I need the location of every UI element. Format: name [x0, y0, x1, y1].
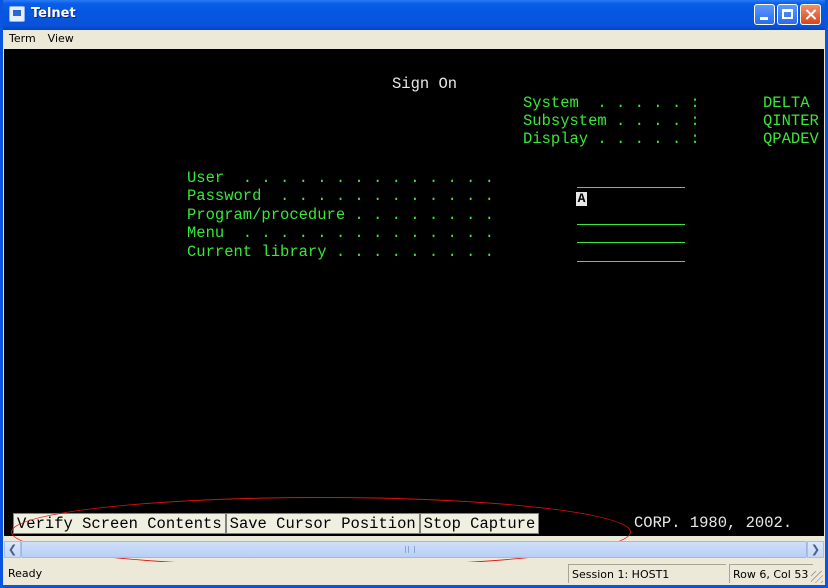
title-bar[interactable]: Telnet — [3, 0, 825, 30]
program-procedure-label: Program/procedure . . . . . . . . — [187, 206, 494, 224]
system-label: System . . . . . : — [523, 94, 700, 112]
resize-grip-icon[interactable] — [811, 571, 823, 583]
scroll-thumb[interactable] — [21, 541, 807, 558]
maximize-button[interactable] — [777, 4, 798, 25]
menu-bar: Term View — [3, 30, 825, 48]
status-bar: Ready Session 1: HOST1 Row 6, Col 53 — [3, 562, 825, 585]
copyright-text: CORP. 1980, 2002. — [634, 514, 793, 532]
program-procedure-input[interactable] — [577, 206, 685, 225]
screen-title: Sign On — [392, 75, 458, 93]
subsystem-label: Subsystem . . . . : — [523, 112, 700, 130]
password-input[interactable] — [577, 187, 685, 206]
menu-view[interactable]: View — [42, 30, 80, 45]
verify-screen-contents-button[interactable]: Verify Screen Contents — [13, 513, 226, 534]
horizontal-scrollbar[interactable]: ❮ ❯ — [4, 541, 824, 558]
display-value: QPADEV — [763, 130, 819, 148]
capture-toolbar: Verify Screen Contents Save Cursor Posit… — [13, 513, 540, 534]
menu-term[interactable]: Term — [3, 30, 42, 45]
scroll-grip-icon — [405, 546, 415, 553]
subsystem-value: QINTER — [763, 112, 819, 130]
status-cursor-position: Row 6, Col 53 — [729, 564, 813, 583]
user-label: User . . . . . . . . . . . . . . — [187, 169, 494, 187]
terminal-screen[interactable]: Sign On System . . . . . : DELTA Subsyst… — [4, 49, 824, 536]
menu-label: Menu . . . . . . . . . . . . . . — [187, 224, 494, 242]
telnet-window: Telnet Term View Sign On System . . . . .… — [0, 0, 828, 588]
stop-capture-button[interactable]: Stop Capture — [419, 513, 540, 534]
current-library-input[interactable] — [577, 243, 685, 262]
password-label: Password . . . . . . . . . . . . — [187, 187, 494, 205]
close-button[interactable] — [800, 4, 821, 25]
current-library-label: Current library . . . . . . . . . — [187, 243, 494, 261]
status-session: Session 1: HOST1 — [568, 564, 726, 583]
menu-input[interactable] — [577, 224, 685, 243]
system-value: DELTA — [763, 94, 810, 112]
window-title: Telnet — [31, 6, 76, 21]
telnet-app-icon[interactable] — [9, 6, 25, 22]
minimize-button[interactable] — [754, 4, 775, 25]
scroll-left-arrow-icon[interactable]: ❮ — [4, 541, 21, 558]
display-label: Display . . . . . : — [523, 130, 700, 148]
user-input[interactable] — [577, 169, 685, 188]
save-cursor-position-button[interactable]: Save Cursor Position — [225, 513, 420, 534]
text-cursor: A — [576, 191, 587, 206]
status-ready: Ready — [8, 567, 43, 580]
scroll-right-arrow-icon[interactable]: ❯ — [807, 541, 824, 558]
